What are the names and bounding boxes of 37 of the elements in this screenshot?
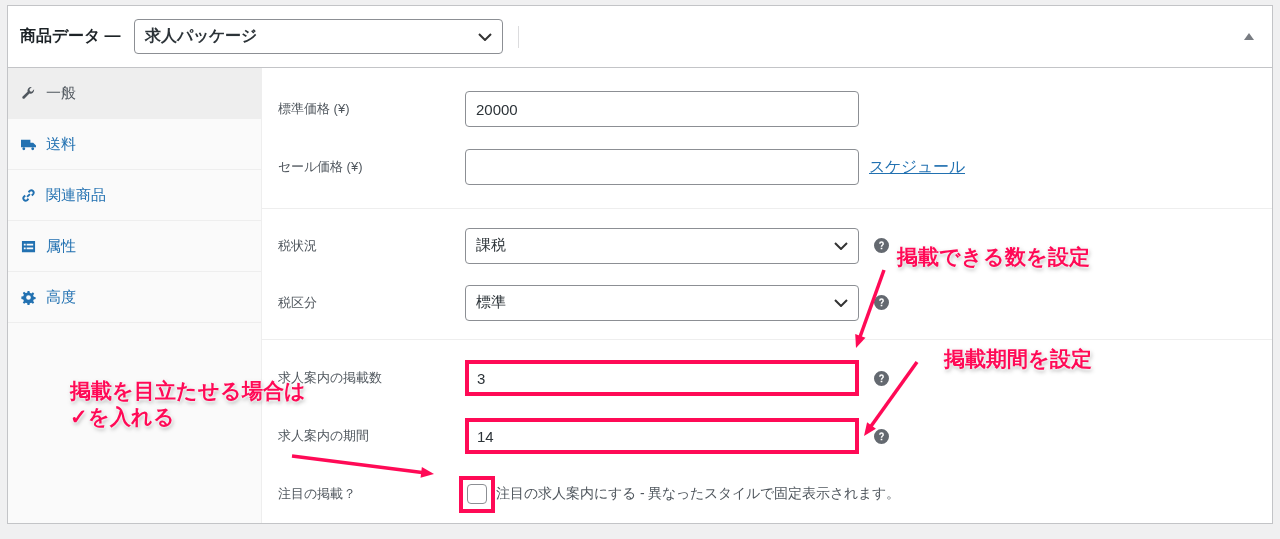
help-icon[interactable]: [874, 295, 889, 310]
help-icon[interactable]: [874, 238, 889, 253]
link-icon: [21, 187, 36, 203]
sidebar-tab[interactable]: 一般: [8, 68, 261, 119]
card-icon: [21, 238, 36, 254]
field-label: 求人案内の期間: [278, 427, 370, 445]
callout-text: 掲載期間を設定: [944, 346, 1092, 372]
field-label: セール価格 (¥): [278, 158, 364, 176]
panel-title: 商品データ —: [20, 26, 121, 46]
dropdown[interactable]: 課税: [465, 227, 859, 264]
text-field[interactable]: 14: [465, 418, 859, 454]
text-field[interactable]: 3: [465, 360, 859, 396]
sidebar-tab[interactable]: 高度: [8, 272, 261, 323]
sidebar-tab[interactable]: 送料: [8, 119, 261, 170]
chevron-down-icon: [478, 32, 493, 41]
checkbox-description: 注目の求人案内にする - 異なったスタイルで固定表示されます。: [496, 485, 901, 503]
chevron-down-icon: [834, 298, 848, 307]
sidebar-tab[interactable]: 関連商品: [8, 170, 261, 221]
sidebar-tab[interactable]: 属性: [8, 221, 261, 272]
schedule-link[interactable]: スケジュール: [869, 156, 965, 178]
callout-text: ✓を入れる: [70, 404, 175, 431]
wrench-icon: [21, 85, 36, 101]
product-type-select[interactable]: 求人パッケージ: [134, 19, 504, 54]
callout-text: 掲載できる数を設定: [897, 244, 1090, 270]
gear-icon: [21, 289, 36, 305]
field-label: 税区分: [278, 293, 318, 312]
help-icon[interactable]: [874, 370, 889, 386]
text-field[interactable]: [465, 149, 859, 185]
chevron-down-icon: [834, 241, 848, 250]
collapse-icon[interactable]: [1244, 33, 1254, 40]
field-label: 注目の掲載？: [278, 485, 357, 503]
field-label: 税状況: [278, 236, 318, 255]
field-label: 標準価格 (¥): [278, 100, 351, 118]
help-icon[interactable]: [874, 428, 889, 444]
dropdown[interactable]: 標準: [465, 284, 859, 321]
text-field[interactable]: 20000: [465, 91, 859, 127]
checkbox[interactable]: [467, 484, 487, 504]
